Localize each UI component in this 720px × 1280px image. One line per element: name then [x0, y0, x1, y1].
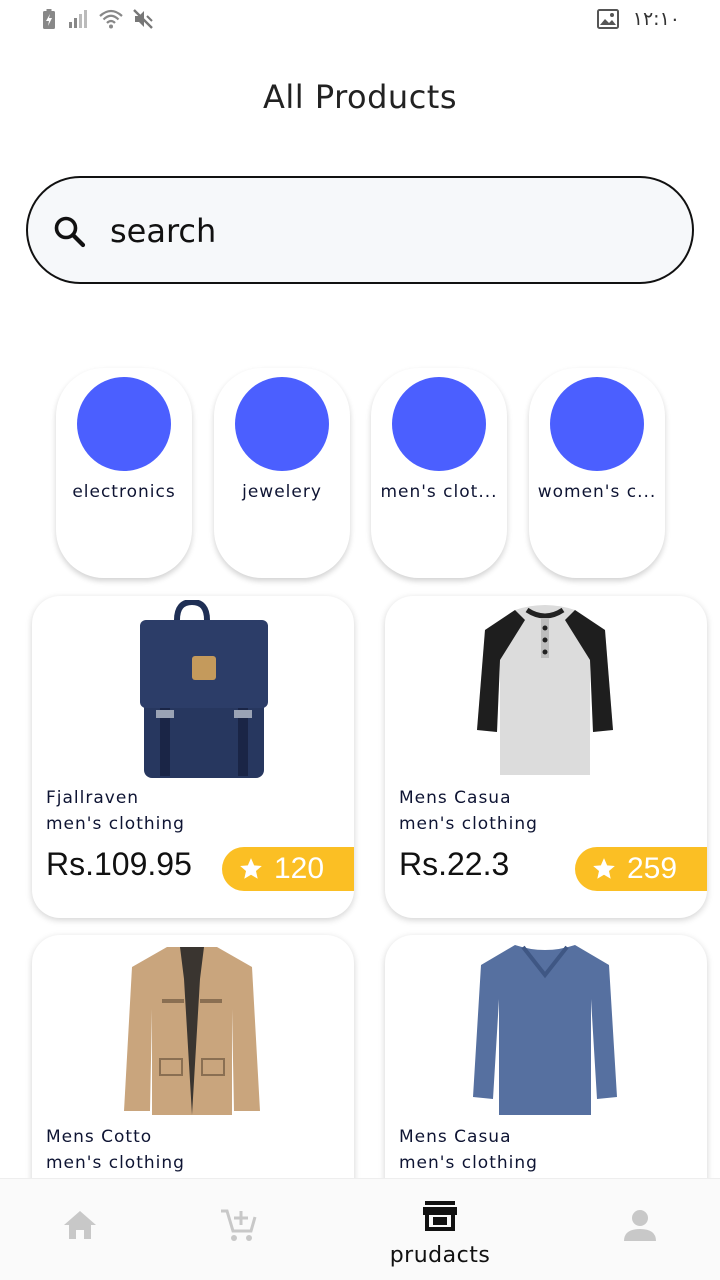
category-label: electronics	[72, 482, 176, 502]
category-label: men's clot...	[380, 482, 498, 502]
nav-profile[interactable]	[620, 1179, 660, 1280]
category-electronics[interactable]: electronics	[56, 368, 192, 578]
nav-products[interactable]: prudacts	[385, 1179, 495, 1280]
category-label: women's c...	[537, 482, 657, 502]
product-name: Mens Casua	[399, 1127, 512, 1147]
status-icons-right: ١٢:١٠	[596, 8, 680, 30]
category-avatar	[392, 377, 486, 471]
category-label: jewelery	[242, 482, 322, 502]
category-list: electronics jewelery men's clot... women…	[56, 368, 676, 578]
store-icon	[423, 1201, 457, 1231]
nav-label: prudacts	[389, 1243, 491, 1268]
search-icon	[54, 216, 86, 248]
wifi-icon	[99, 9, 123, 29]
status-time: ١٢:١٠	[632, 8, 680, 30]
product-name: Fjallraven	[46, 788, 140, 808]
category-avatar	[550, 377, 644, 471]
product-category: men's clothing	[399, 814, 538, 834]
product-card[interactable]: Fjallraven men's clothing Rs.109.95 120	[32, 596, 354, 918]
rating-count: 259	[627, 852, 678, 885]
rating-badge: 120	[222, 847, 354, 891]
rating-badge: 259	[575, 847, 707, 891]
nav-add-cart[interactable]	[218, 1179, 260, 1280]
backpack-image	[140, 600, 268, 778]
battery-charging-icon	[43, 9, 55, 29]
product-name: Mens Cotto	[46, 1127, 153, 1147]
product-category: men's clothing	[46, 814, 185, 834]
status-bar: ١٢:١٠	[0, 0, 720, 40]
category-jewelery[interactable]: jewelery	[214, 368, 350, 578]
long-sleeve-shirt-image	[473, 945, 617, 1115]
product-category: men's clothing	[399, 1153, 538, 1173]
rating-count: 120	[274, 852, 325, 885]
product-name: Mens Casua	[399, 788, 512, 808]
category-womens-clothing[interactable]: women's c...	[529, 368, 665, 578]
product-price: Rs.109.95	[46, 846, 192, 882]
category-mens-clothing[interactable]: men's clot...	[371, 368, 507, 578]
bottom-navigation: prudacts	[0, 1178, 720, 1280]
add-cart-icon	[221, 1209, 257, 1241]
mute-icon	[133, 9, 153, 29]
category-avatar	[235, 377, 329, 471]
search-input[interactable]	[110, 206, 650, 256]
jacket-image	[124, 947, 260, 1115]
raglan-tshirt-image	[477, 605, 613, 775]
star-icon	[240, 858, 262, 879]
status-icons-left	[38, 8, 154, 30]
signal-icon	[69, 10, 87, 28]
product-price: Rs.22.3	[399, 846, 510, 882]
star-icon	[593, 858, 615, 879]
search-bar[interactable]	[26, 176, 694, 284]
product-category: men's clothing	[46, 1153, 185, 1173]
category-avatar	[77, 377, 171, 471]
home-icon	[64, 1211, 96, 1239]
person-icon	[624, 1210, 656, 1241]
product-card[interactable]: Mens Casua men's clothing Rs.22.3 259	[385, 596, 707, 918]
gallery-icon	[596, 9, 619, 29]
page-title: All Products	[262, 78, 457, 116]
nav-home[interactable]	[60, 1179, 100, 1280]
